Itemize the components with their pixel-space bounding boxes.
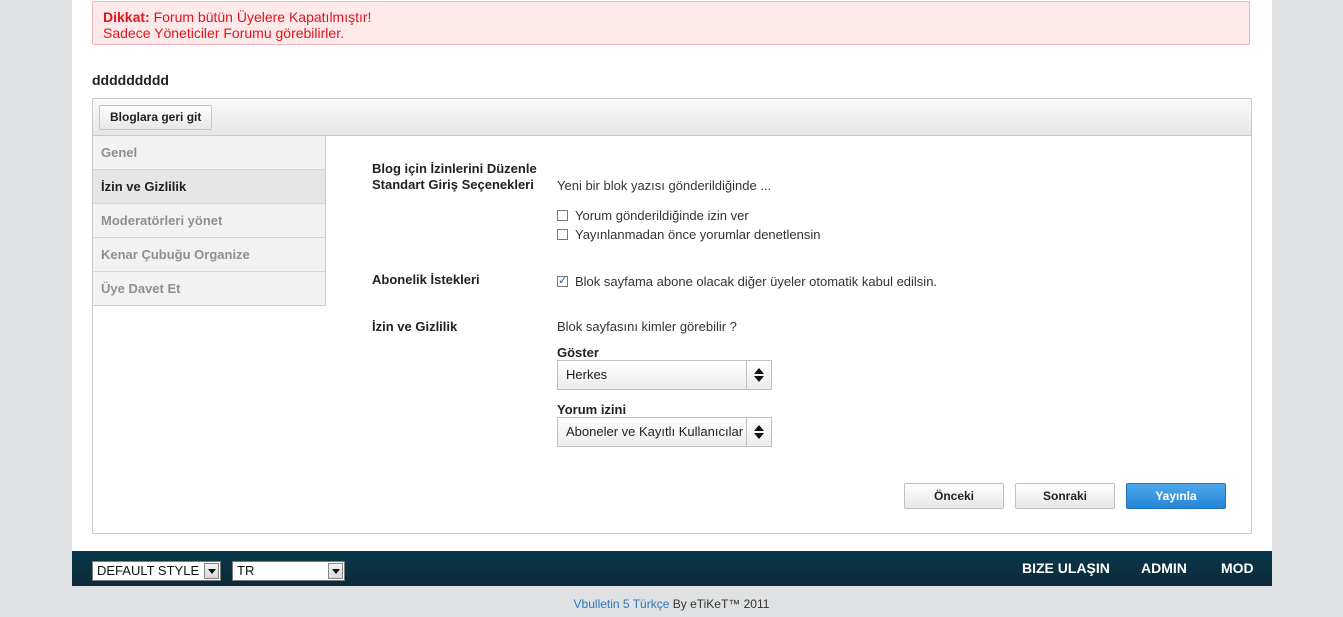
allow-comments-checkbox-row[interactable]: Yorum gönderildiğinde izin ver [557,208,749,223]
moderate-comments-checkbox-row[interactable]: Yayınlanmadan önce yorumlar denetlensin [557,227,820,242]
sidebar-item-manage-moderators[interactable]: Moderatörleri yönet [93,204,325,238]
show-select-value: Herkes [566,367,608,382]
privacy-description: Blok sayfasını kimler görebilir ? [557,319,737,334]
allow-comments-checkbox[interactable] [557,210,568,221]
footer-link-mod[interactable]: MOD [1221,551,1254,586]
footer-credit: Vbulletin 5 Türkçe By eTiKeT™ 2011 [0,597,1343,611]
privacy-label: İzin ve Gizlilik [372,319,458,334]
back-to-blogs-button[interactable]: Bloglara geri git [99,105,213,130]
dropdown-arrow-icon[interactable] [204,563,219,579]
moderate-comments-checkbox[interactable] [557,229,568,240]
comment-permission-value: Aboneler ve Kayıtlı Kullanıcılar [566,424,744,439]
credit-link[interactable]: Vbulletin 5 Türkçe [574,597,670,611]
select-arrows-icon [746,361,771,389]
sidebar-item-organize-sidebar[interactable]: Kenar Çubuğu Organize [93,238,325,272]
alert-prefix: Dikkat: [103,9,150,25]
language-select-value: TR [237,563,255,578]
entry-options-label: Standart Giriş Seçenekleri [372,177,534,192]
entry-options-description: Yeni bir blok yazısı gönderildiğinde ... [557,178,772,193]
language-select[interactable]: TR [232,561,345,581]
auto-accept-checkbox[interactable] [557,274,568,287]
show-select[interactable]: Herkes [557,360,772,390]
comment-permission-select[interactable]: Aboneler ve Kayıtlı Kullanıcılar [557,417,772,447]
blog-settings-panel: Bloglara geri git Genel İzin ve Gizlilik… [92,98,1252,534]
sidebar-item-general[interactable]: Genel [93,136,325,170]
form-heading: Blog için İzinlerini Düzenle [372,161,537,176]
auto-accept-label: Blok sayfama abone olacak diğer üyeler o… [575,274,938,289]
alert-line-1: Dikkat: Forum bütün Üyelere Kapatılmıştı… [103,9,1239,25]
alert-line-2: Sadece Yöneticiler Forumu görebilirler. [103,25,344,41]
settings-form: Blog için İzinlerini Düzenle Standart Gi… [372,136,1251,533]
show-select-label: Göster [557,345,599,360]
alert-message: Forum bütün Üyelere Kapatılmıştır! [153,9,372,25]
auto-accept-checkbox-row[interactable]: Blok sayfama abone olacak diğer üyeler o… [557,274,937,289]
footer-link-admin[interactable]: ADMIN [1141,551,1187,586]
panel-toolbar: Bloglara geri git [93,99,1251,136]
settings-sidebar: Genel İzin ve Gizlilik Moderatörleri yön… [93,136,326,306]
publish-button[interactable]: Yayınla [1126,483,1226,509]
subscription-requests-label: Abonelik İstekleri [372,272,480,287]
page-container: Dikkat: Forum bütün Üyelere Kapatılmıştı… [72,0,1272,551]
forum-closed-alert: Dikkat: Forum bütün Üyelere Kapatılmıştı… [92,1,1250,45]
next-button[interactable]: Sonraki [1015,483,1115,509]
sidebar-item-invite-member[interactable]: Üye Davet Et [93,272,325,305]
sidebar-item-permissions-privacy[interactable]: İzin ve Gizlilik [93,170,325,204]
footer-bar: DEFAULT STYLE TR BIZE ULAŞIN ADMIN MOD [72,551,1272,586]
style-select[interactable]: DEFAULT STYLE [92,561,221,581]
moderate-comments-label: Yayınlanmadan önce yorumlar denetlensin [575,227,821,242]
select-arrows-icon [746,418,771,446]
blog-title: ddddddddd [92,72,169,88]
comment-permission-label: Yorum izini [557,402,627,417]
previous-button[interactable]: Önceki [904,483,1004,509]
allow-comments-label: Yorum gönderildiğinde izin ver [575,208,749,223]
footer-link-contact[interactable]: BIZE ULAŞIN [1022,551,1110,586]
dropdown-arrow-icon[interactable] [328,563,343,579]
style-select-value: DEFAULT STYLE [97,563,200,578]
credit-text: By eTiKeT™ 2011 [669,597,770,611]
